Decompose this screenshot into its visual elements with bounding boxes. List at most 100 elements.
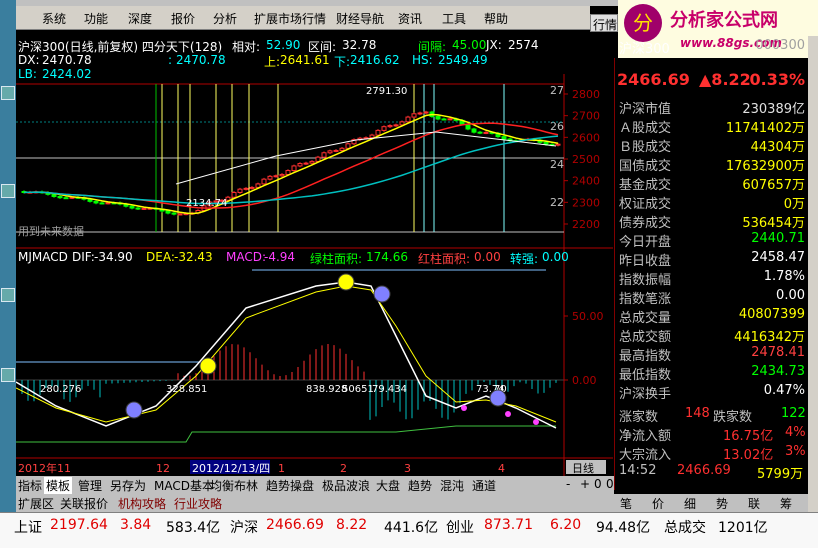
quote-row-label: 沪深市值 xyxy=(619,102,672,117)
tab-detail[interactable]: 细 xyxy=(684,495,696,512)
status-bar: 上证 2197.64 3.84 583.4亿 沪深 2466.69 8.22 4… xyxy=(0,512,818,548)
tab-boll[interactable]: 均衡布林 xyxy=(208,477,260,494)
right-axis-label: 24 xyxy=(550,158,564,171)
flow-value: 16.75亿 xyxy=(723,429,774,444)
candle-body xyxy=(99,202,105,205)
tmp-value: 2470.78 xyxy=(176,53,226,67)
flow-row: 大宗流入 13.02亿 3% xyxy=(615,444,809,463)
menu-depth[interactable]: 深度 xyxy=(128,10,152,27)
app-window: 系统 功能 深度 报价 分析 扩展市场行情 财经导航 资讯 工具 帮助 行情 分… xyxy=(0,0,818,548)
tab-trend-trade[interactable]: 趋势操盘 xyxy=(264,477,316,494)
menu-analysis[interactable]: 分析 xyxy=(213,10,237,27)
quote-row: 基金成交 607657万 xyxy=(615,174,809,193)
tab-indicator[interactable]: 指标 xyxy=(16,477,44,494)
quote-button[interactable]: 行情 xyxy=(590,14,618,32)
price-tick-label: 2700 xyxy=(572,110,600,123)
sh-value: 2197.64 xyxy=(50,517,108,533)
dx-label: DX: xyxy=(18,53,40,67)
candle-body xyxy=(333,149,339,152)
kline-chart[interactable]: 2800 2700 2600 2500 2400 2300 2200 27 26 24 22 2791… xyxy=(16,36,613,476)
hs-label: HS: xyxy=(412,53,433,67)
tab-institution[interactable]: 机构攻略 xyxy=(116,495,168,512)
red-area-value: 0.00 xyxy=(474,250,501,264)
zoom-in-button[interactable]: + xyxy=(578,477,592,491)
down-count-value: 122 xyxy=(781,406,806,421)
green-area-value: 174.66 xyxy=(366,250,408,264)
candle-body xyxy=(93,200,99,204)
desktop-icon xyxy=(1,288,15,302)
logo-title: 分析家公式网 xyxy=(670,10,778,31)
candle-body xyxy=(165,210,171,214)
tab-manage[interactable]: 管理 xyxy=(76,477,104,494)
quote-row-label: 权证成交 xyxy=(619,197,672,212)
tab-channel[interactable]: 通道 xyxy=(470,477,498,494)
tab-save-as[interactable]: 另存为 xyxy=(108,477,148,494)
quote-row-label: 指数笔涨 xyxy=(619,292,672,307)
candle-body xyxy=(435,116,441,120)
tab-macd-basic[interactable]: MACD基本 xyxy=(152,477,216,494)
quote-row-value: 44304万 xyxy=(750,140,805,155)
quote-row-label: 沪深换手 xyxy=(619,387,672,402)
tab-tick[interactable]: 笔 xyxy=(620,495,632,512)
nav-button-b[interactable]: 0 xyxy=(604,477,616,491)
candle-body xyxy=(51,193,57,197)
quote-row: 沪深换手 0.47% xyxy=(615,383,809,402)
tab-related-quote[interactable]: 关联报价 xyxy=(58,495,110,512)
quote-row-label: 总成交量 xyxy=(619,311,672,326)
menu-news[interactable]: 资讯 xyxy=(398,10,422,27)
menu-tools[interactable]: 工具 xyxy=(442,10,466,27)
candle-body xyxy=(501,136,507,140)
vertical-scrollbar[interactable] xyxy=(808,36,818,512)
quote-row-label: 今日开盘 xyxy=(619,235,672,250)
dif-label: DIF: xyxy=(72,250,95,264)
tab-extension[interactable]: 扩展区 xyxy=(16,495,56,512)
tab-trend-panel[interactable]: 势 xyxy=(716,495,728,512)
nav-button-a[interactable]: 0 xyxy=(592,477,604,491)
dea-value: -32.43 xyxy=(174,250,213,264)
tab-chips[interactable]: 筹 xyxy=(780,495,792,512)
candle-body xyxy=(423,111,429,114)
tab-template[interactable]: 模板 xyxy=(44,477,73,494)
tab-price[interactable]: 价 xyxy=(652,495,664,512)
zoom-out-button[interactable]: - xyxy=(564,477,572,491)
dx-value: 2470.78 xyxy=(42,53,92,67)
macd-tick-label: 0.00 xyxy=(572,374,597,387)
signal-dot xyxy=(461,405,467,411)
flow-pct: 4% xyxy=(785,425,806,440)
logo-badge-icon: 分 xyxy=(624,4,662,42)
total-value: 1201亿 xyxy=(718,520,768,536)
quote-row-value: 40807399 xyxy=(738,307,805,322)
candle-body xyxy=(303,162,309,165)
quote-row-value: 0万 xyxy=(783,197,805,212)
menu-ext-market[interactable]: 扩展市场行情 xyxy=(254,10,326,27)
menu-help[interactable]: 帮助 xyxy=(484,10,508,27)
quote-row: 最低指数 2434.73 xyxy=(615,364,809,383)
quote-row: 昨日收盘 2458.47 xyxy=(615,250,809,269)
menu-function[interactable]: 功能 xyxy=(84,10,108,27)
index-code: 000300 xyxy=(755,38,805,53)
menu-system[interactable]: 系统 xyxy=(42,10,66,27)
index-pct: 0.33% xyxy=(749,70,805,89)
time-label: 2012年11 xyxy=(18,461,71,475)
xiangdui-value: 52.90 xyxy=(266,38,301,52)
cy-amount: 94.48亿 xyxy=(596,520,651,536)
menu-finance-nav[interactable]: 财经导航 xyxy=(336,10,384,27)
menu-quote[interactable]: 报价 xyxy=(171,10,195,27)
tab-trend[interactable]: 趋势 xyxy=(406,477,434,494)
candle-body xyxy=(375,129,381,136)
tab-link[interactable]: 联 xyxy=(748,495,760,512)
candle-body xyxy=(291,165,297,172)
dea-label: DEA: xyxy=(146,250,175,264)
macd-value: -4.94 xyxy=(264,250,296,264)
dif-value: -34.90 xyxy=(94,250,133,264)
time-label: 2 xyxy=(340,462,347,475)
tab-chaos[interactable]: 混沌 xyxy=(438,477,466,494)
signal-dot xyxy=(505,411,511,417)
quote-row: 总成交额 4416342万 xyxy=(615,326,809,345)
candle-body xyxy=(267,175,273,180)
price-tick-label: 2400 xyxy=(572,175,600,188)
tab-industry[interactable]: 行业攻略 xyxy=(172,495,224,512)
macd-annotation: 328.851 xyxy=(166,384,207,395)
tab-wave[interactable]: 极品波浪 xyxy=(320,477,372,494)
tab-market[interactable]: 大盘 xyxy=(374,477,402,494)
